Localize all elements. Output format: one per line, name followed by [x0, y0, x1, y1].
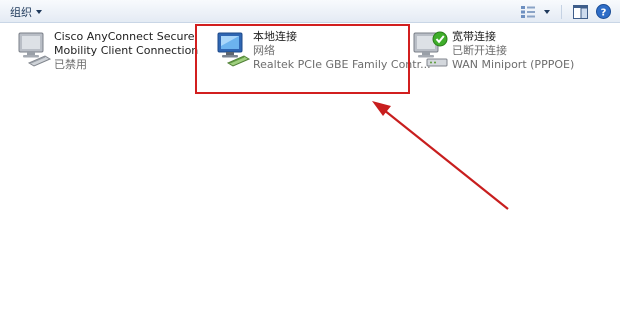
network-connections-window: 组织 ? Cisco AnyConnect Secure Mobility Cl… — [0, 0, 620, 318]
connection-item-cisco-anyconnect[interactable]: Cisco AnyConnect Secure Mobility Client … — [14, 30, 198, 88]
network-adapter-connected-icon — [213, 30, 253, 70]
connection-status: 已禁用 — [54, 58, 87, 71]
connection-text: Cisco AnyConnect Secure Mobility Client … — [54, 30, 198, 72]
toolbar-divider — [561, 4, 562, 19]
connection-name-line2: Mobility Client Connection — [54, 44, 199, 57]
connection-name: 宽带连接 — [452, 30, 496, 43]
connection-text: 本地连接 网络 Realtek PCIe GBE Family Contr... — [253, 30, 431, 72]
svg-text:?: ? — [601, 8, 607, 19]
connection-device: WAN Miniport (PPPOE) — [452, 58, 575, 71]
view-options-icon[interactable] — [519, 3, 536, 20]
chevron-down-icon — [36, 9, 42, 14]
connection-text: 宽带连接 已断开连接 WAN Miniport (PPPOE) — [452, 30, 574, 72]
help-icon[interactable]: ? — [595, 3, 612, 20]
broadband-connection-icon — [412, 30, 452, 70]
organize-menu-button[interactable]: 组织 — [10, 4, 42, 19]
connection-item-local-area[interactable]: 本地连接 网络 Realtek PCIe GBE Family Contr... — [213, 30, 431, 88]
organize-label: 组织 — [10, 5, 32, 19]
connection-name: 本地连接 — [253, 30, 297, 43]
connection-item-broadband[interactable]: 宽带连接 已断开连接 WAN Miniport (PPPOE) — [412, 30, 612, 88]
connection-status: 网络 — [253, 44, 275, 57]
toolbar: 组织 ? — [0, 0, 620, 23]
connection-name-line1: Cisco AnyConnect Secure — [54, 30, 195, 43]
toolbar-right-group: ? — [519, 3, 612, 20]
preview-pane-icon[interactable] — [572, 3, 589, 20]
connection-device: Realtek PCIe GBE Family Contr... — [253, 58, 431, 71]
view-dropdown-icon[interactable] — [542, 3, 551, 20]
network-adapter-disabled-icon — [14, 30, 54, 70]
connection-status: 已断开连接 — [452, 44, 507, 57]
